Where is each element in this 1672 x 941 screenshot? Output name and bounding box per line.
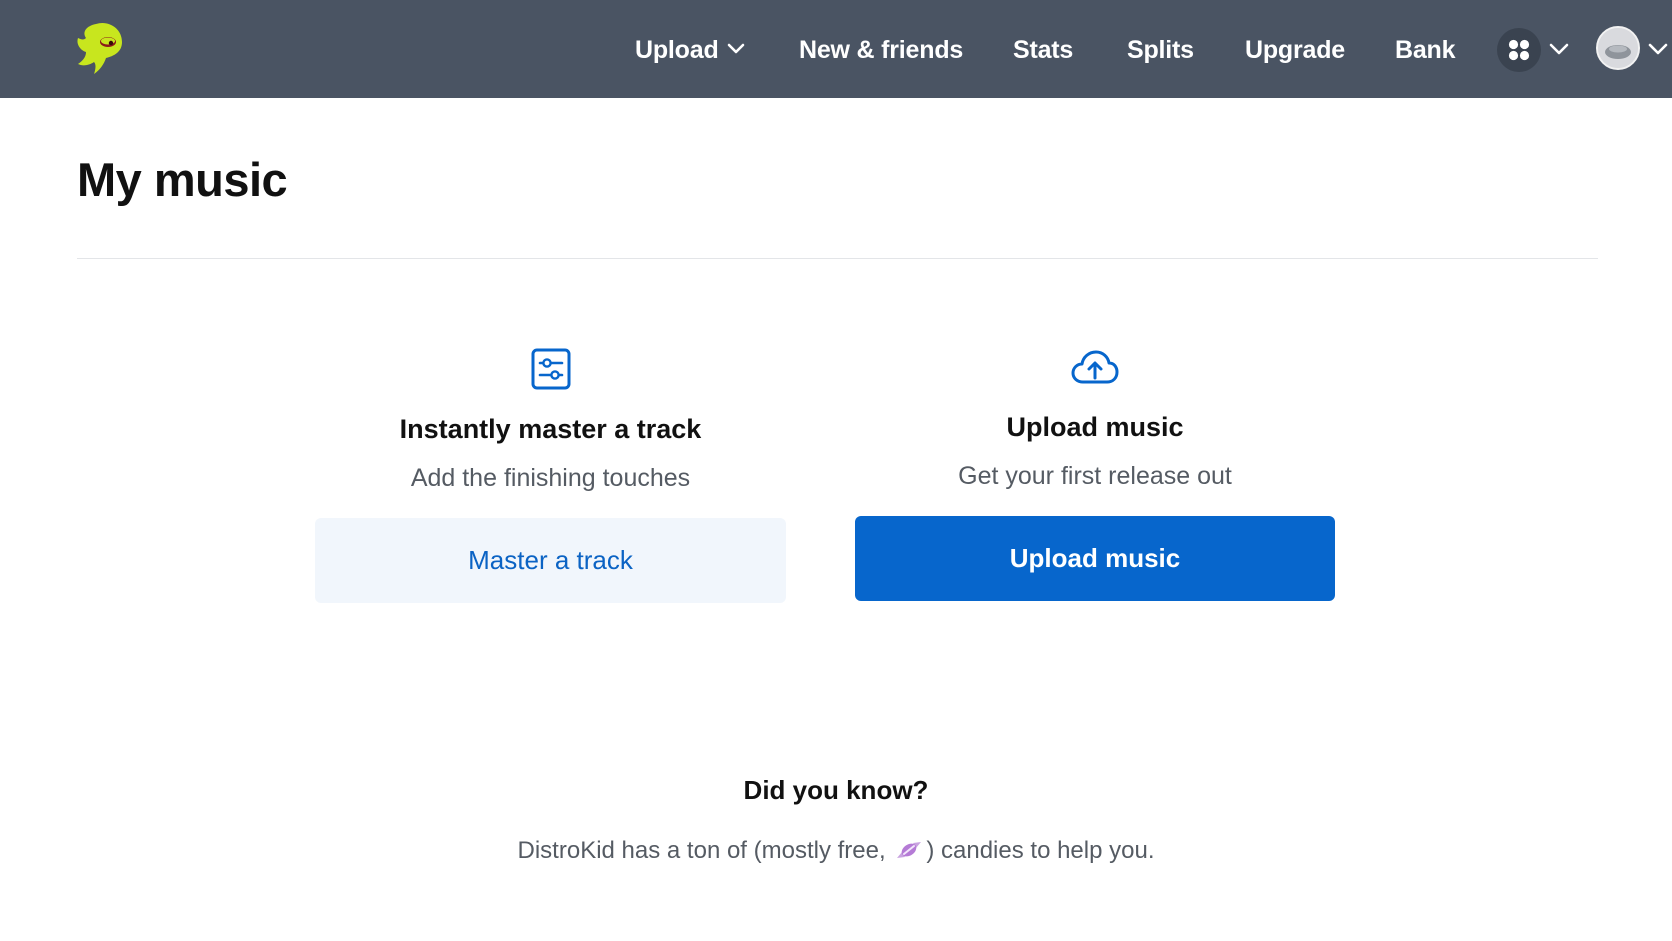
avatar-chevron-down-icon[interactable] — [1648, 43, 1668, 56]
master-card-subtitle: Add the finishing touches — [410, 464, 691, 492]
nav-upload[interactable]: Upload — [635, 0, 745, 98]
did-you-know-text-end: ) candies to help you. — [926, 837, 1155, 864]
page-title: My music — [77, 153, 288, 206]
distrokid-logo-icon[interactable] — [74, 20, 126, 76]
did-you-know-text: DistroKid has a ton of (mostly free, ) c… — [0, 837, 1672, 865]
chevron-down-icon — [727, 44, 744, 54]
apps-chevron-down-icon[interactable] — [1549, 43, 1569, 56]
nav-upload-label: Upload — [635, 36, 719, 64]
nav-splits[interactable]: Splits — [1127, 0, 1194, 98]
nav-stats[interactable]: Stats — [1013, 0, 1073, 98]
upload-card-title: Upload music — [1006, 412, 1184, 442]
divider — [77, 258, 1598, 259]
did-you-know-text-start: DistroKid has a ton of (mostly free, — [517, 837, 886, 864]
nav-bank[interactable]: Bank — [1395, 0, 1456, 98]
cloud-upload-icon — [1071, 350, 1119, 384]
user-avatar[interactable] — [1596, 26, 1640, 70]
sliders-icon — [531, 348, 570, 390]
apps-menu-button[interactable] — [1497, 28, 1541, 72]
apps-grid-icon — [1508, 39, 1530, 61]
nav-upgrade[interactable]: Upgrade — [1245, 0, 1345, 98]
master-card-title: Instantly master a track — [399, 414, 702, 444]
top-nav-bar: Upload New & friends Stats Splits Upgrad… — [0, 0, 1672, 98]
master-track-button[interactable]: Master a track — [315, 518, 786, 603]
upload-card-subtitle: Get your first release out — [958, 462, 1232, 490]
upload-music-button[interactable]: Upload music — [855, 516, 1335, 601]
avatar-image-icon — [1598, 28, 1638, 68]
master-track-card: Instantly master a track Add the finishi… — [315, 348, 786, 603]
upload-music-card: Upload music Get your first release out … — [855, 348, 1335, 601]
candy-icon — [897, 841, 922, 858]
nav-new-friends[interactable]: New & friends — [799, 0, 963, 98]
did-you-know-title: Did you know? — [743, 775, 929, 805]
